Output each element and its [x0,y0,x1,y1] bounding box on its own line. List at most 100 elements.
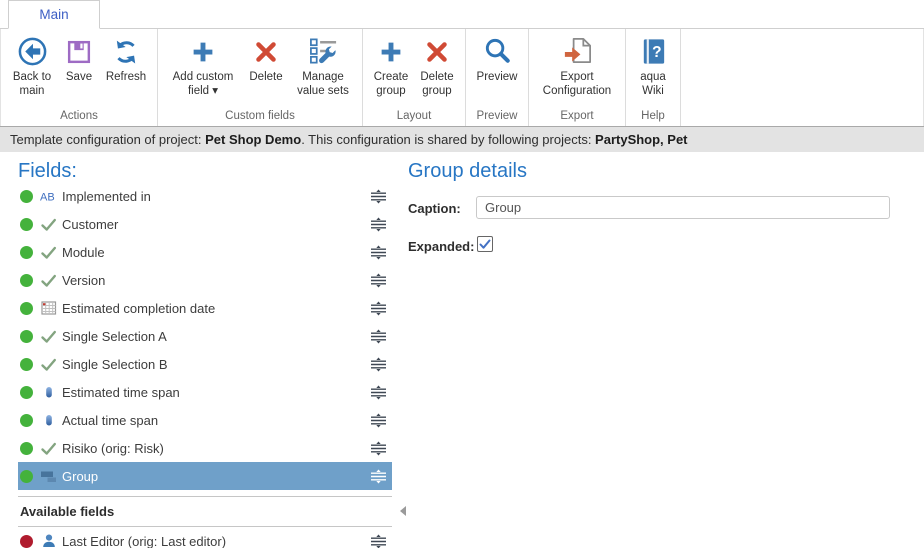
reorder-handle-icon[interactable] [369,357,388,372]
field-label: Group [62,469,98,484]
delete-group-button[interactable]: Delete group [414,31,460,108]
delete-group-label: Delete group [417,71,457,98]
field-row[interactable]: Module [18,238,392,266]
check-icon [39,441,58,456]
delete-field-label: Delete [249,71,282,85]
reorder-handle-icon[interactable] [369,301,388,316]
caption-input[interactable] [476,196,890,219]
info-text-prefix: Template configuration of project: [10,132,205,147]
field-row[interactable]: Actual time span [18,406,392,434]
status-dot-active [20,246,33,259]
reorder-handle-icon[interactable] [369,273,388,288]
reorder-handle-icon[interactable] [369,534,388,548]
field-row-selected[interactable]: Group [18,462,392,490]
field-row[interactable]: Estimated time span [18,378,392,406]
expanded-label: Expanded: [408,239,474,254]
field-row[interactable]: Estimated completion date [18,294,392,322]
ribbon-group-custom-fields: Add custom field ▾ Delete [158,29,363,126]
preview-magnifier-icon [482,33,513,70]
field-row[interactable]: Risiko (orig: Risk) [18,434,392,462]
reorder-handle-icon[interactable] [369,245,388,260]
manage-value-sets-button[interactable]: Manage value sets [289,31,357,108]
back-to-main-label: Back to main [9,71,55,98]
save-label: Save [66,71,92,85]
ribbon-group-export: Export Configuration Export [529,29,626,126]
delete-field-button[interactable]: Delete [243,31,289,108]
ribbon: Back to main Save [0,29,924,126]
check-icon [39,329,58,344]
refresh-button[interactable]: Refresh [100,31,152,108]
ribbon-group-preview: Preview Preview [466,29,529,126]
expanded-checkbox[interactable] [477,236,493,252]
add-custom-field-button[interactable]: Add custom field ▾ [163,31,243,108]
field-row[interactable]: AB Implemented in [18,182,392,210]
field-row[interactable]: Single Selection B [18,350,392,378]
check-icon [39,273,58,288]
field-row[interactable]: Single Selection A [18,322,392,350]
status-dot-active [20,470,33,483]
wiki-book-icon: ? [638,33,669,70]
status-dot-active [20,442,33,455]
save-button[interactable]: Save [58,31,100,108]
reorder-handle-icon[interactable] [369,441,388,456]
status-dot-active [20,330,33,343]
ribbon-group-label-help: Help [626,108,680,126]
caption-label: Caption: [408,201,461,216]
status-dot-active [20,190,33,203]
reorder-handle-icon[interactable] [369,189,388,204]
add-custom-field-label: Add custom field ▾ [166,71,240,98]
check-icon [39,245,58,260]
manage-value-sets-icon [308,33,339,70]
ribbon-group-actions: Back to main Save [1,29,158,126]
reorder-handle-icon[interactable] [369,329,388,344]
available-fields-title: Available fields [20,504,114,519]
reorder-handle-icon[interactable] [369,217,388,232]
main-content: Fields: AB Implemented in Customer Modul… [0,152,924,548]
field-label: Single Selection A [62,329,167,344]
tab-main-label: Main [39,7,68,22]
export-configuration-button[interactable]: Export Configuration [534,31,620,108]
timespan-icon [39,384,58,400]
field-row[interactable]: Customer [18,210,392,238]
status-dot-active [20,218,33,231]
field-label: Single Selection B [62,357,168,372]
preview-button[interactable]: Preview [471,31,523,108]
aqua-wiki-button[interactable]: ? aqua Wiki [631,31,675,108]
check-icon [39,217,58,232]
info-text-middle: . This configuration is shared by follow… [301,132,595,147]
back-to-main-button[interactable]: Back to main [6,31,58,108]
field-label: Customer [62,217,118,232]
manage-value-sets-label: Manage value sets [292,71,354,98]
preview-label: Preview [477,71,518,85]
available-field-row[interactable]: Last Editor (orig: Last editor) [18,527,392,548]
status-dot-active [20,414,33,427]
ribbon-group-layout: Create group Delete group Layout [363,29,466,126]
delete-x-icon [251,33,281,70]
fields-panel-title: Fields: [18,160,77,183]
reorder-handle-icon[interactable] [369,385,388,400]
field-label: Implemented in [62,189,151,204]
collapse-splitter-icon[interactable] [400,506,406,516]
reorder-handle-icon[interactable] [369,469,388,484]
reorder-handle-icon[interactable] [369,413,388,428]
field-label: Risiko (orig: Risk) [62,441,164,456]
export-document-icon [561,33,594,70]
add-plus-icon [188,33,218,70]
group-icon [39,468,58,484]
svg-text:?: ? [652,44,661,61]
status-dot-available [20,535,33,548]
field-row[interactable]: Version [18,266,392,294]
status-dot-active [20,302,33,315]
ribbon-group-label-preview: Preview [466,108,528,126]
status-dot-active [20,358,33,371]
info-project-name: Pet Shop Demo [205,132,301,147]
template-configuration-info-bar: Template configuration of project: Pet S… [0,126,924,152]
field-label: Version [62,273,105,288]
create-group-label: Create group [371,71,411,98]
ribbon-group-label-actions: Actions [1,108,157,126]
info-shared-projects: PartyShop, Pet [595,132,687,147]
calendar-icon [39,300,58,316]
create-group-button[interactable]: Create group [368,31,414,108]
field-label: Estimated time span [62,385,180,400]
tab-main[interactable]: Main [8,0,100,29]
